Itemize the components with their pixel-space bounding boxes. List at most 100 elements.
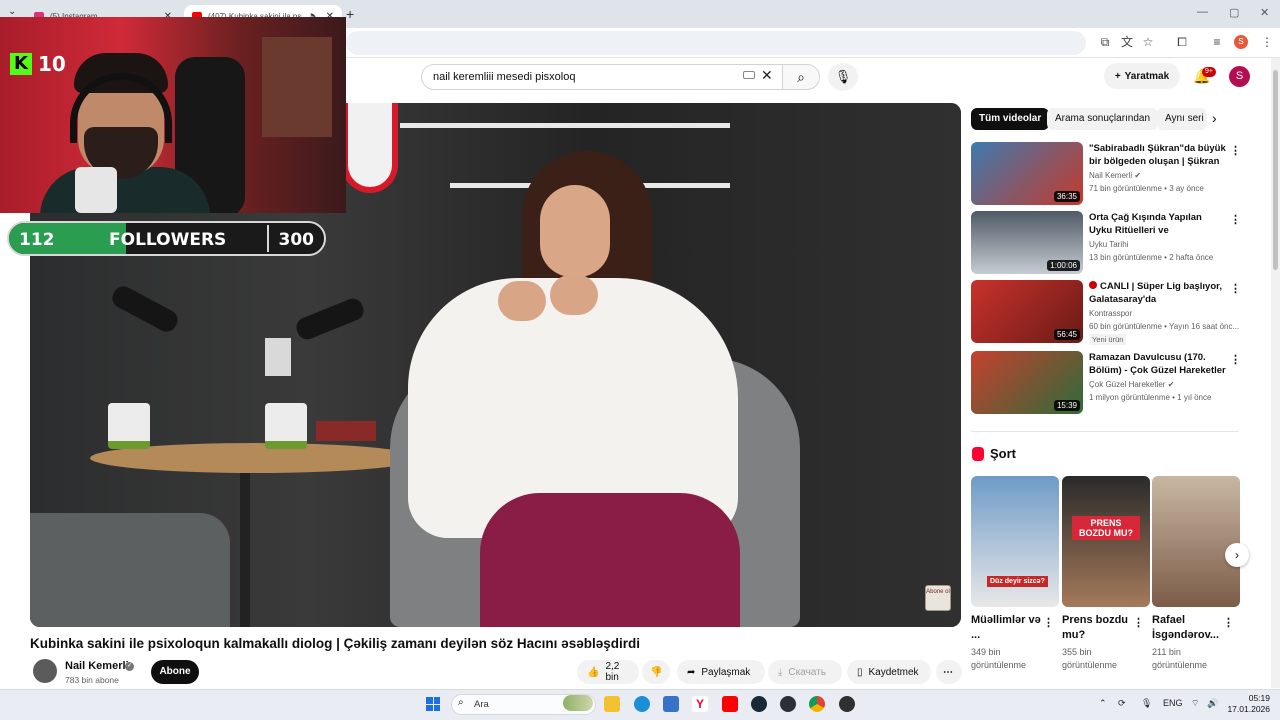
more-actions-button[interactable]: ⋯: [936, 660, 962, 684]
recommendation-title[interactable]: "Sabirabadlı Şükran"da büyük bir bölgede…: [1089, 142, 1227, 168]
more-vertical-icon[interactable]: ⋮: [1223, 616, 1234, 629]
clock-time: 05:19: [1248, 693, 1270, 703]
chip-all-videos[interactable]: Tüm videolar: [971, 108, 1050, 130]
recommendation-title[interactable]: CANLI | Süper Lig başlıyor, Galatasaray'…: [1089, 280, 1227, 306]
yandex-icon[interactable]: Y: [692, 696, 708, 712]
menu-dots-icon[interactable]: ⋮: [1260, 35, 1274, 49]
windows-start-icon[interactable]: [426, 697, 440, 711]
cast-icon[interactable]: ⧉: [1098, 35, 1112, 49]
duration-badge: 15:39: [1053, 400, 1080, 411]
microphone-tray-icon[interactable]: 🎙: [1141, 698, 1152, 709]
short-thumbnail[interactable]: Düz deyir sizcə?: [971, 476, 1059, 607]
chip-same-series[interactable]: Aynı seri: [1157, 108, 1207, 130]
plus-icon: +: [1114, 70, 1121, 82]
video-thumbnail[interactable]: 56:45: [971, 280, 1083, 343]
tab-search-icon[interactable]: ⌄: [8, 6, 16, 17]
voice-search-button[interactable]: 🎙: [828, 63, 858, 91]
short-title[interactable]: Prens bozdu mu?: [1062, 613, 1136, 643]
extensions-icon[interactable]: ⧠: [1175, 35, 1189, 49]
reading-list-icon[interactable]: ≡: [1210, 35, 1224, 49]
save-button[interactable]: ▯ Kaydetmek: [847, 660, 931, 684]
thumbs-up-icon: 👍: [587, 666, 600, 678]
no-smoking-sign: [342, 103, 398, 193]
recommendation-item[interactable]: 1:00:06 Orta Çağ Kışında Yapılan Uyku Ri…: [971, 211, 1241, 275]
more-vertical-icon[interactable]: ⋮: [1133, 616, 1144, 629]
video-thumbnail[interactable]: 15:39: [971, 351, 1083, 414]
taskbar-clock[interactable]: 05:19 17.01.2026: [1226, 693, 1270, 715]
chevron-right-icon[interactable]: ›: [1212, 110, 1217, 126]
followers-current: 112: [19, 230, 55, 250]
bookmark-star-icon[interactable]: ☆: [1141, 35, 1155, 49]
download-button[interactable]: ⤓ Скачать: [768, 660, 842, 684]
verified-check-icon: ✔: [1167, 380, 1175, 389]
youtube-app-icon[interactable]: [722, 696, 738, 712]
search-input[interactable]: nail keremliii mesedi pisxoloq: [421, 64, 783, 90]
clear-search-icon[interactable]: ✕: [761, 67, 773, 84]
recommendation-item[interactable]: 15:39 Ramazan Davulcusu (170. Bölüm) - Ç…: [971, 351, 1241, 415]
store-icon[interactable]: [663, 696, 679, 712]
app-icon[interactable]: [780, 696, 796, 712]
desk-item: [265, 338, 291, 376]
shorts-next-button[interactable]: ›: [1225, 543, 1249, 567]
recommendation-item[interactable]: 36:35 "Sabirabadlı Şükran"da büyük bir b…: [971, 142, 1241, 206]
like-button[interactable]: 👍 2,2 bin: [577, 660, 639, 684]
tray-chevron-icon[interactable]: ⌃: [1099, 698, 1107, 709]
short-views: 349 bin görüntülenme: [971, 647, 1027, 670]
address-bar[interactable]: [346, 31, 1086, 55]
minimize-icon[interactable]: —: [1197, 6, 1208, 18]
short-thumbnail[interactable]: PRENS BOZDU MU?: [1062, 476, 1150, 607]
more-vertical-icon[interactable]: ⋮: [1230, 213, 1241, 226]
translate-icon[interactable]: 文: [1120, 35, 1134, 49]
video-thumbnail[interactable]: 1:00:06: [971, 211, 1083, 274]
share-button[interactable]: ➦ Paylaşmak: [677, 660, 765, 684]
recommendation-title[interactable]: Ramazan Davulcusu (170. Bölüm) - Çok Güz…: [1089, 351, 1227, 377]
channel-watermark[interactable]: Abone ol: [925, 585, 951, 611]
account-avatar[interactable]: S: [1229, 66, 1250, 87]
video-title: Kubinka sakini ile psixoloqun kalmakallı…: [30, 636, 640, 651]
language-indicator[interactable]: ENG: [1163, 698, 1183, 708]
file-explorer-icon[interactable]: [604, 696, 620, 712]
keyboard-icon[interactable]: [743, 71, 755, 79]
new-tab-button[interactable]: +: [346, 6, 354, 22]
short-overlay-text: PRENS BOZDU MU?: [1072, 516, 1140, 540]
close-window-icon[interactable]: ✕: [1260, 6, 1269, 19]
kick-viewer-badge: K 10: [10, 52, 66, 76]
share-label: Paylaşmak: [701, 666, 751, 678]
followers-label: FOLLOWERS: [109, 230, 227, 250]
video-thumbnail[interactable]: 36:35: [971, 142, 1083, 205]
obs-icon[interactable]: [839, 696, 855, 712]
more-vertical-icon[interactable]: ⋮: [1230, 144, 1241, 157]
network-tray-icon[interactable]: ⟳: [1118, 698, 1126, 709]
recommendation-item[interactable]: 56:45 CANLI | Süper Lig başlıyor, Galata…: [971, 280, 1241, 345]
recommendation-title[interactable]: Orta Çağ Kışında Yapılan Uyku Ritüelleri…: [1089, 211, 1227, 237]
chrome-icon[interactable]: [809, 696, 825, 712]
steam-icon[interactable]: [751, 696, 767, 712]
short-views: 211 bin görüntülenme: [1152, 647, 1208, 670]
cup: [75, 167, 117, 213]
download-icon: ⤓: [778, 666, 783, 678]
profile-avatar[interactable]: S: [1234, 35, 1248, 49]
recommendation-title-text: CANLI | Süper Lig başlıyor, Galatasaray'…: [1089, 281, 1222, 305]
more-vertical-icon[interactable]: ⋮: [1043, 616, 1054, 629]
short-title[interactable]: Müəllimlər və ...: [971, 613, 1045, 643]
subscribe-button[interactable]: Abone: [151, 660, 199, 684]
dislike-button[interactable]: 👎: [642, 660, 670, 684]
shorts-logo-icon: [972, 446, 984, 461]
edge-icon[interactable]: [634, 696, 650, 712]
wifi-icon[interactable]: ⌔: [1191, 698, 1199, 709]
channel-label: Çok Güzel Hareketler: [1089, 380, 1166, 389]
short-thumbnail[interactable]: [1152, 476, 1240, 607]
more-vertical-icon[interactable]: ⋮: [1230, 282, 1241, 295]
chip-from-search[interactable]: Arama sonuçlarından: [1047, 108, 1159, 130]
create-button[interactable]: + Yaratmak: [1104, 63, 1180, 89]
short-title[interactable]: Rafael İsgəndərov...: [1152, 613, 1226, 643]
scrollbar-thumb[interactable]: [1273, 70, 1278, 270]
channel-avatar[interactable]: [33, 659, 57, 683]
search-highlight-icon: [563, 695, 593, 711]
more-vertical-icon[interactable]: ⋮: [1230, 353, 1241, 366]
channel-name[interactable]: Nail Kemerli: [65, 660, 129, 672]
volume-icon[interactable]: 🔊: [1207, 698, 1218, 709]
section-divider: [971, 431, 1239, 432]
maximize-icon[interactable]: ▢: [1229, 6, 1239, 19]
search-button[interactable]: ⌕: [782, 64, 820, 90]
